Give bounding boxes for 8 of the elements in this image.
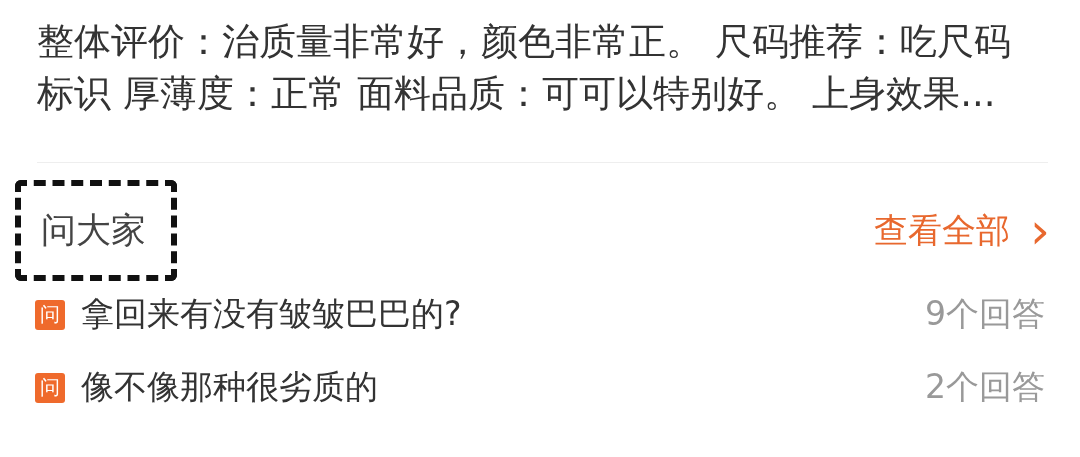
question-badge: 问 xyxy=(35,372,65,403)
question-text[interactable]: 拿回来有没有皱皱巴巴的? xyxy=(81,292,925,337)
question-badge: 问 xyxy=(35,299,65,330)
answer-count: 9个回答 xyxy=(925,293,1045,335)
answer-count: 2个回答 xyxy=(925,366,1045,408)
section-title: 问大家 xyxy=(15,180,177,281)
review-text: 整体评价：治质量非常好，颜色非常正。 尺码推荐：吃尺码标识 厚薄度：正常 面料品质：可可以特别好。 上身效果... xyxy=(37,19,1012,117)
question-text[interactable]: 像不像那种很劣质的 xyxy=(81,365,925,410)
